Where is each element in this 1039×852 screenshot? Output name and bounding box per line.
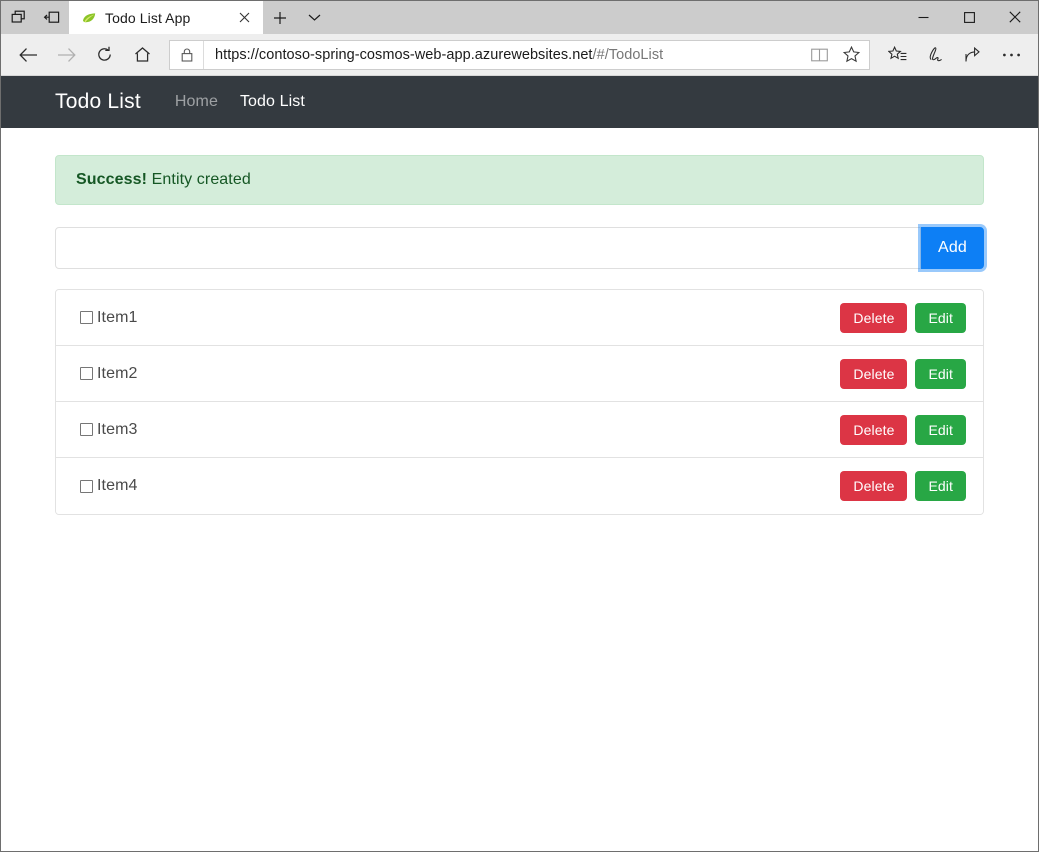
tab-title: Todo List App xyxy=(105,10,225,26)
reading-view-icon[interactable] xyxy=(803,41,835,69)
edit-button[interactable]: Edit xyxy=(915,415,966,445)
todo-item-label: Item4 xyxy=(97,477,138,495)
success-alert: Success! Entity created xyxy=(55,155,984,205)
url-path: /#/TodoList xyxy=(593,47,664,63)
todo-item-label: Item1 xyxy=(97,309,138,327)
tab-strip: Todo List App xyxy=(1,1,1038,34)
todo-checkbox[interactable] xyxy=(80,480,93,493)
todo-list-item: Item3 Delete Edit xyxy=(56,402,983,458)
page-container: Success! Entity created Add Item1 Delete E… xyxy=(1,128,1038,515)
close-button[interactable] xyxy=(992,1,1038,33)
settings-ellipsis-icon[interactable] xyxy=(992,38,1030,72)
add-todo-form: Add xyxy=(55,227,984,269)
todo-item-actions: Delete Edit xyxy=(840,359,966,389)
window-controls xyxy=(900,1,1038,34)
favorite-star-icon[interactable] xyxy=(835,41,867,69)
delete-button[interactable]: Delete xyxy=(840,359,907,389)
set-tabs-aside-icon[interactable] xyxy=(1,1,35,34)
todo-item-actions: Delete Edit xyxy=(840,471,966,501)
delete-button[interactable]: Delete xyxy=(840,471,907,501)
edit-button[interactable]: Edit xyxy=(915,471,966,501)
todo-checkbox[interactable] xyxy=(80,423,93,436)
add-button[interactable]: Add xyxy=(921,227,984,269)
web-note-pen-icon[interactable] xyxy=(916,38,954,72)
todo-item-actions: Delete Edit xyxy=(840,415,966,445)
share-icon[interactable] xyxy=(954,38,992,72)
minimize-button[interactable] xyxy=(900,1,946,33)
url-text[interactable]: https://contoso-spring-cosmos-web-app.az… xyxy=(204,47,803,63)
todo-item-label: Item3 xyxy=(97,421,138,439)
back-icon[interactable] xyxy=(9,38,47,72)
url-origin: https://contoso-spring-cosmos-web-app.az… xyxy=(215,47,593,63)
edit-button[interactable]: Edit xyxy=(915,303,966,333)
delete-button[interactable]: Delete xyxy=(840,415,907,445)
edit-button[interactable]: Edit xyxy=(915,359,966,389)
site-navbar: Todo List Home Todo List xyxy=(1,76,1038,128)
maximize-button[interactable] xyxy=(946,1,992,33)
new-tab-icon[interactable] xyxy=(263,1,297,34)
spring-leaf-favicon xyxy=(81,10,97,26)
todo-list-item: Item1 Delete Edit xyxy=(56,290,983,346)
nav-link-todo-list[interactable]: Todo List xyxy=(240,93,305,111)
page-viewport: Todo List Home Todo List Success! Entity… xyxy=(1,76,1038,851)
home-icon[interactable] xyxy=(123,38,161,72)
todo-list-item: Item4 Delete Edit xyxy=(56,458,983,514)
todo-checkbox[interactable] xyxy=(80,311,93,324)
address-bar[interactable]: https://contoso-spring-cosmos-web-app.az… xyxy=(169,40,870,70)
forward-icon[interactable] xyxy=(47,38,85,72)
alert-strong-text: Success! xyxy=(76,171,147,188)
todo-item-label: Item2 xyxy=(97,365,138,383)
navbar-brand[interactable]: Todo List xyxy=(55,90,141,114)
todo-list-item: Item2 Delete Edit xyxy=(56,346,983,402)
browser-toolbar: https://contoso-spring-cosmos-web-app.az… xyxy=(1,34,1038,76)
chevron-down-icon[interactable] xyxy=(297,1,331,34)
tabs-set-aside-icon[interactable] xyxy=(35,1,69,34)
todo-item-actions: Delete Edit xyxy=(840,303,966,333)
lock-icon xyxy=(170,41,204,69)
refresh-icon[interactable] xyxy=(85,38,123,72)
alert-message-text: Entity created xyxy=(152,171,251,188)
delete-button[interactable]: Delete xyxy=(840,303,907,333)
hub-favorites-icon[interactable] xyxy=(878,38,916,72)
todo-list: Item1 Delete Edit Item2 Delete Edit Item3 Delet… xyxy=(55,289,984,515)
close-icon[interactable] xyxy=(233,7,255,29)
todo-text-input[interactable] xyxy=(55,227,921,269)
browser-tab[interactable]: Todo List App xyxy=(69,1,263,34)
todo-checkbox[interactable] xyxy=(80,367,93,380)
browser-window: Todo List App xyxy=(0,0,1039,852)
nav-link-home[interactable]: Home xyxy=(175,93,218,111)
